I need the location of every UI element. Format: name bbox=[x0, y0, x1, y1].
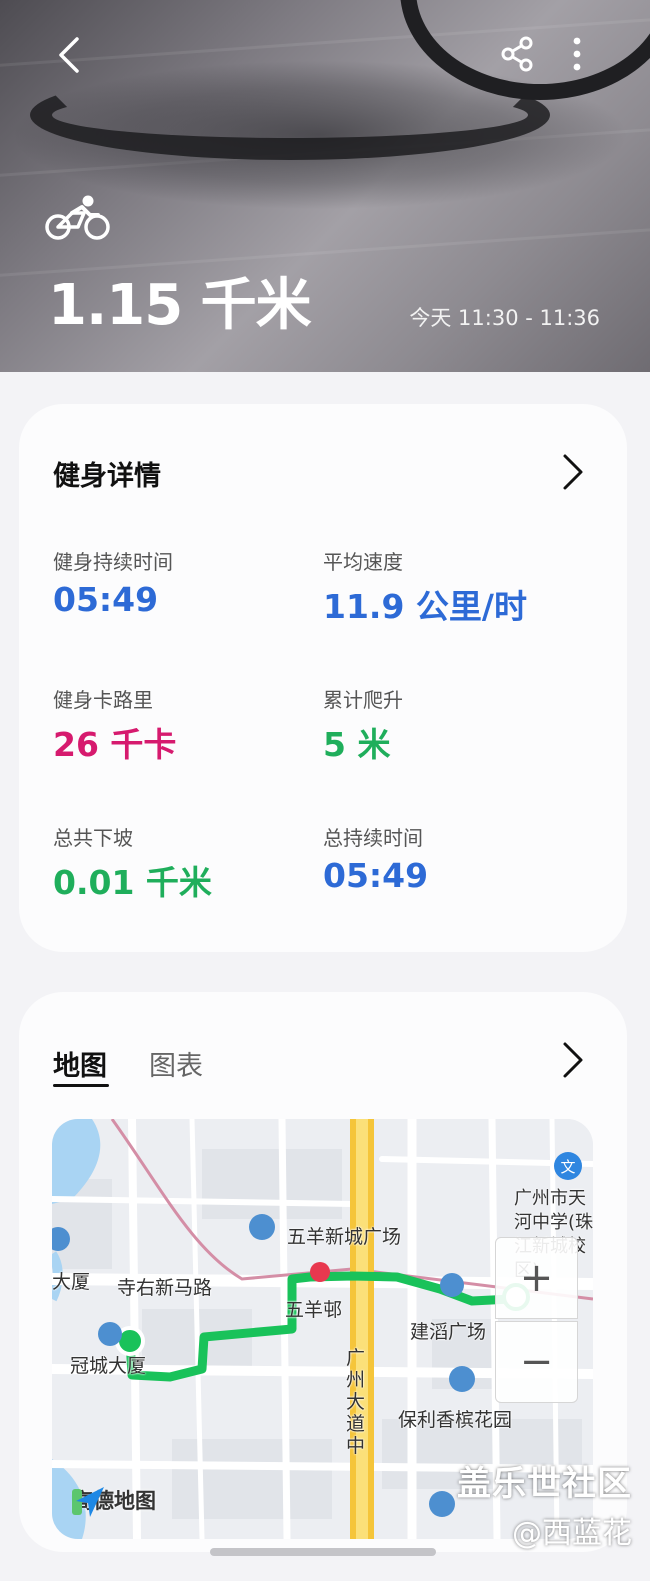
hero-banner: 1.15 千米 今天 11:30 - 11:36 bbox=[0, 0, 650, 372]
map-label: 寺右新马路 bbox=[117, 1277, 213, 1299]
time-range: 今天 11:30 - 11:36 bbox=[409, 306, 600, 330]
stat-value-total-duration: 05:49 bbox=[323, 856, 429, 895]
navigation-arrow-icon bbox=[72, 1487, 104, 1517]
cycling-icon bbox=[45, 195, 110, 240]
svg-text:文: 文 bbox=[560, 1158, 575, 1176]
more-vertical-icon bbox=[573, 37, 581, 71]
card-title: 健身详情 bbox=[53, 461, 161, 492]
share-icon bbox=[501, 36, 533, 72]
zoom-in-button[interactable]: + bbox=[495, 1237, 578, 1319]
stat-label-avg-speed: 平均速度 bbox=[323, 550, 403, 574]
stat-label-climb: 累计爬升 bbox=[323, 688, 403, 712]
stat-value-calories: 26 千卡 bbox=[53, 725, 177, 764]
stat-value-descent: 0.01 千米 bbox=[53, 863, 212, 902]
share-button[interactable] bbox=[495, 32, 539, 76]
chevron-right-icon[interactable] bbox=[557, 1040, 587, 1080]
chevron-left-icon bbox=[59, 37, 79, 73]
tab-underline bbox=[53, 1084, 109, 1087]
map-label: 建滔广场 bbox=[410, 1321, 487, 1343]
tab-map[interactable]: 地图 bbox=[53, 1044, 107, 1083]
watermark-community: 盖乐世社区 bbox=[457, 1464, 632, 1504]
stat-label-descent: 总共下坡 bbox=[53, 826, 133, 850]
stat-label-total-duration: 总持续时间 bbox=[323, 826, 423, 850]
stat-value-climb: 5 米 bbox=[323, 725, 391, 764]
stat-label-duration: 健身持续时间 bbox=[53, 550, 173, 574]
chevron-right-icon[interactable] bbox=[557, 452, 587, 492]
map-label: 大厦 bbox=[52, 1271, 91, 1293]
map-label: 广州大道中 bbox=[346, 1347, 366, 1457]
home-indicator[interactable] bbox=[210, 1548, 436, 1556]
distance-value: 1.15 千米 bbox=[48, 273, 312, 338]
fitness-details-card[interactable]: 健身详情 健身持续时间 05:49 平均速度 11.9 公里/时 健身卡路里 2… bbox=[19, 404, 627, 952]
map-label: 五羊邨 bbox=[285, 1299, 343, 1321]
amap-logo: 高德地图 bbox=[72, 1485, 156, 1517]
map-label: 冠城大厦 bbox=[70, 1355, 147, 1377]
tab-chart[interactable]: 图表 bbox=[149, 1044, 203, 1083]
zoom-out-button[interactable]: − bbox=[495, 1321, 578, 1403]
more-button[interactable] bbox=[560, 32, 594, 76]
watermark-author: @西蓝花 bbox=[512, 1516, 632, 1551]
map-label: 五羊新城广场 bbox=[287, 1226, 402, 1248]
back-button[interactable] bbox=[48, 30, 88, 80]
stat-label-calories: 健身卡路里 bbox=[53, 688, 153, 712]
stat-value-avg-speed: 11.9 公里/时 bbox=[323, 587, 527, 626]
map-label: 保利香槟花园 bbox=[398, 1409, 513, 1431]
stat-value-duration: 05:49 bbox=[53, 580, 159, 619]
